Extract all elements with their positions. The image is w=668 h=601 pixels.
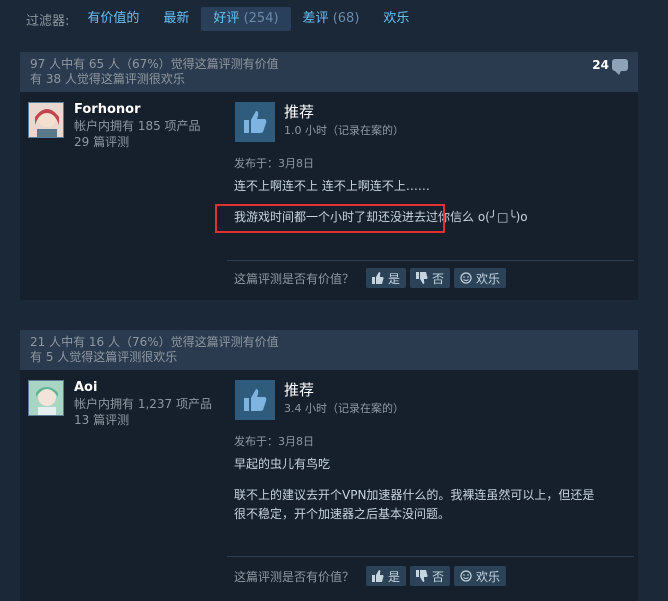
tab-negative[interactable]: 差评 (68): [291, 7, 372, 31]
divider: [227, 556, 634, 557]
tab-funny[interactable]: 欢乐: [371, 7, 421, 31]
tab-count: (254): [243, 11, 279, 26]
avatar-image: [29, 381, 63, 415]
tab-most-helpful[interactable]: 有价值的: [75, 7, 151, 31]
highlight-box: [215, 204, 445, 233]
verdict-title: 推荐: [284, 381, 315, 399]
author-products[interactable]: 帐户内拥有 185 项产品: [74, 118, 201, 134]
vote-funny-button[interactable]: 欢乐: [454, 268, 507, 288]
vote-yes-label: 是: [388, 271, 401, 286]
review-content: 早起的虫儿有鸟吃 联不上的建议去开个VPN加速器什么的。我裸连虽然可以上，但还是…: [234, 455, 634, 524]
tab-label: 有价值的: [87, 11, 140, 26]
thumbs-up-icon: [235, 102, 275, 142]
comment-bubble-icon: [612, 59, 628, 75]
tab-label: 好评: [213, 11, 240, 26]
vote-question: 这篇评测是否有价值？: [234, 271, 355, 286]
review-card: 97 人中有 65 人（67%）觉得这篇评测有价值 有 38 人觉得这篇评测很欢…: [20, 52, 638, 300]
tab-count: (68): [332, 11, 360, 26]
tab-label: 最新: [163, 11, 190, 26]
author-block[interactable]: Aoi 帐户内拥有 1,237 项产品 13 篇评测: [28, 380, 212, 428]
vote-question: 这篇评测是否有价值？: [234, 569, 355, 584]
vote-funny-button[interactable]: 欢乐: [454, 566, 507, 586]
author-reviews[interactable]: 13 篇评测: [74, 412, 212, 428]
vote-no-label: 否: [432, 271, 445, 286]
content-line: 联不上的建议去开个VPN加速器什么的。我裸连虽然可以上，但还是: [234, 488, 595, 502]
posted-date: 发布于：3月8日: [234, 157, 314, 170]
playtime: 1.0 小时（记录在案的）: [284, 124, 404, 137]
vote-row: 这篇评测是否有价值？ 是 否 欢乐: [234, 268, 510, 288]
tab-label: 欢乐: [383, 11, 410, 26]
tab-label: 差评: [302, 11, 329, 26]
author-reviews[interactable]: 29 篇评测: [74, 134, 201, 150]
funny-summary: 有 38 人觉得这篇评测很欢乐: [30, 72, 185, 86]
verdict-title: 推荐: [284, 103, 315, 121]
author-name[interactable]: Forhonor: [74, 102, 201, 118]
content-line: 早起的虫儿有鸟吃: [234, 457, 331, 471]
vote-funny-label: 欢乐: [476, 569, 501, 584]
content-line: 连不上啊连不上 连不上啊连不上……: [234, 179, 430, 193]
vote-yes-label: 是: [388, 569, 401, 584]
verdict-block: 推荐 3.4 小时（记录在案的）: [235, 380, 404, 420]
smiley-icon: [460, 570, 472, 582]
vote-no-button[interactable]: 否: [410, 566, 451, 586]
tab-positive[interactable]: 好评 (254): [201, 7, 291, 31]
avatar[interactable]: [28, 102, 64, 138]
content-line: [234, 474, 634, 486]
funny-summary: 有 5 人觉得这篇评测很欢乐: [30, 350, 178, 364]
vote-funny-label: 欢乐: [476, 271, 501, 286]
thumbs-up-icon: [372, 570, 384, 582]
verdict-block: 推荐 1.0 小时（记录在案的）: [235, 102, 404, 142]
review-body: Aoi 帐户内拥有 1,237 项产品 13 篇评测 推荐 3.4 小时（记录在…: [20, 370, 638, 601]
smiley-icon: [460, 272, 472, 284]
review-body: Forhonor 帐户内拥有 185 项产品 29 篇评测 推荐 1.0 小时（…: [20, 92, 638, 300]
thumbs-up-icon: [372, 272, 384, 284]
author-name[interactable]: Aoi: [74, 380, 212, 396]
filter-bar: 过滤器: 有价值的 最新 好评 (254) 差评 (68) 欢乐: [0, 0, 668, 38]
thumbs-down-icon: [416, 272, 428, 284]
author-products[interactable]: 帐户内拥有 1,237 项产品: [74, 396, 212, 412]
filter-label: 过滤器:: [26, 13, 70, 29]
vote-no-label: 否: [432, 569, 445, 584]
review-header: 21 人中有 16 人（76%）觉得这篇评测有价值 有 5 人觉得这篇评测很欢乐: [20, 330, 638, 370]
posted-date: 发布于：3月8日: [234, 435, 314, 448]
content-line: 很不稳定，开个加速器之后基本没问题。: [234, 507, 451, 521]
helpful-summary: 97 人中有 65 人（67%）觉得这篇评测有价值: [30, 57, 279, 71]
divider: [227, 260, 634, 261]
vote-yes-button[interactable]: 是: [366, 566, 407, 586]
avatar-image: [29, 103, 63, 137]
vote-yes-button[interactable]: 是: [366, 268, 407, 288]
review-card: 21 人中有 16 人（76%）觉得这篇评测有价值 有 5 人觉得这篇评测很欢乐…: [20, 330, 638, 601]
vote-row: 这篇评测是否有价值？ 是 否 欢乐: [234, 566, 510, 586]
avatar[interactable]: [28, 380, 64, 416]
author-block[interactable]: Forhonor 帐户内拥有 185 项产品 29 篇评测: [28, 102, 201, 150]
tab-recent[interactable]: 最新: [151, 7, 201, 31]
thumbs-down-icon: [416, 570, 428, 582]
thumbs-up-icon: [235, 380, 275, 420]
playtime: 3.4 小时（记录在案的）: [284, 402, 404, 415]
review-header: 97 人中有 65 人（67%）觉得这篇评测有价值 有 38 人觉得这篇评测很欢…: [20, 52, 638, 92]
helpful-summary: 21 人中有 16 人（76%）觉得这篇评测有价值: [30, 335, 279, 349]
comment-count[interactable]: 24: [592, 58, 628, 75]
vote-no-button[interactable]: 否: [410, 268, 451, 288]
comment-count-value: 24: [592, 58, 609, 72]
